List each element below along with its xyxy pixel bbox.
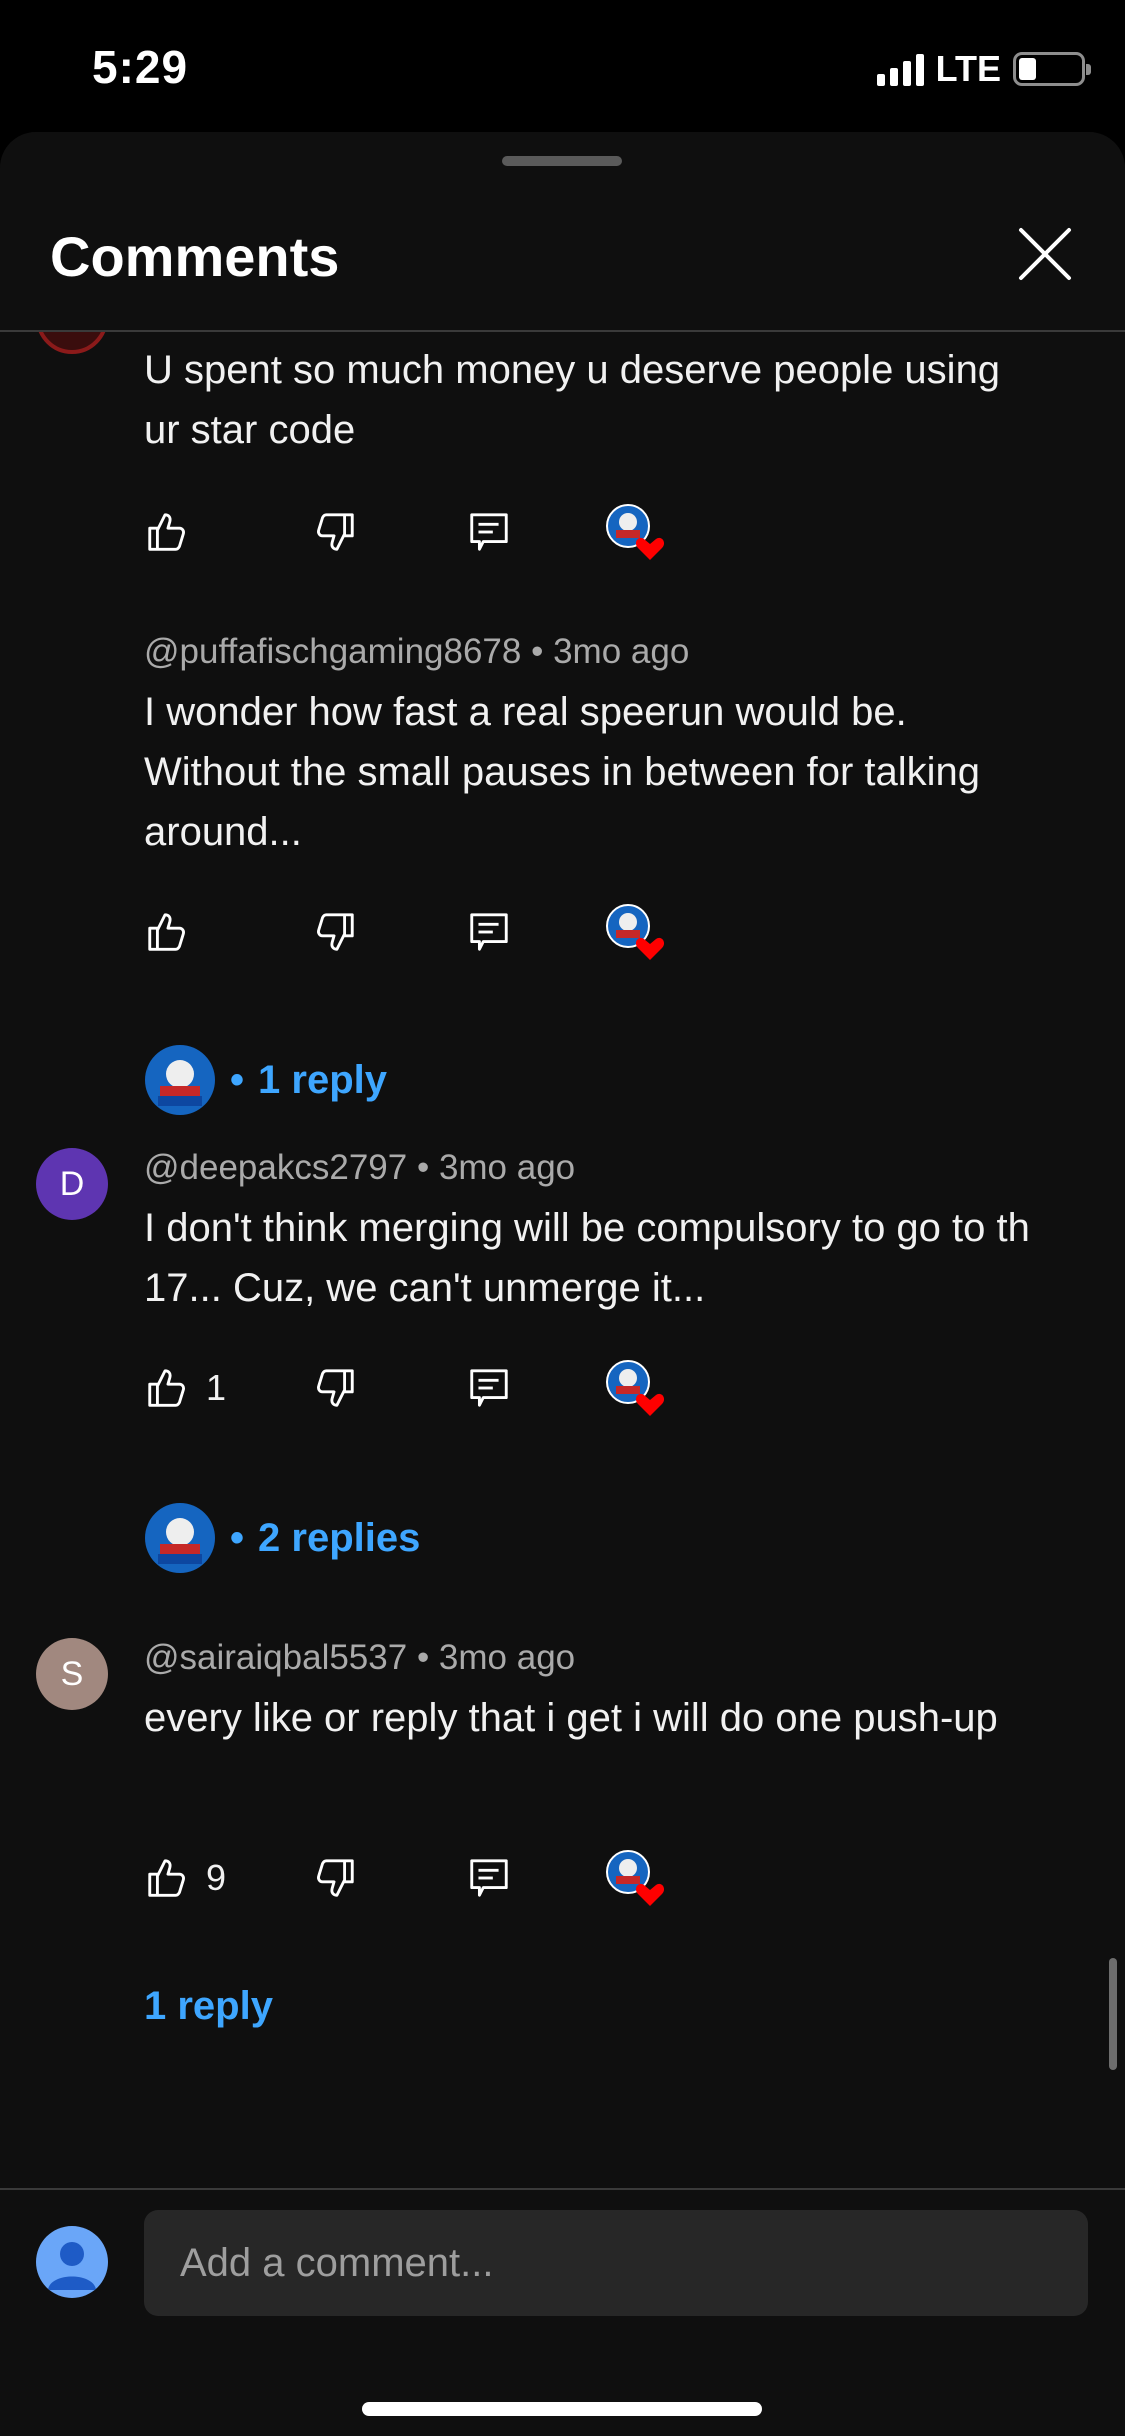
reply-button[interactable] [466,1358,512,1418]
person-icon [48,2242,96,2290]
comment-text: I don't think merging will be compulsory… [144,1206,1030,1310]
comment-actions [144,502,704,562]
creator-heart-badge [604,502,666,564]
comment-age: 3mo ago [438,1148,576,1187]
drag-handle[interactable] [502,156,622,166]
user-avatar[interactable] [36,2226,108,2298]
status-indicators: LTE [876,48,1091,90]
comment-actions [144,902,704,962]
thumbs-down-icon [317,1369,354,1407]
commenter-avatar[interactable]: S [36,1638,108,1710]
comments-sheet: Comments U spent so much money u deserve… [0,132,1125,2436]
sheet-header: Comments [0,132,1125,332]
comment-meta: @deepakcs2797 • 3mo ago [144,1148,575,1188]
like-count: 9 [206,1857,227,1898]
thumbs-up-icon [148,513,185,551]
dislike-button[interactable] [312,1358,358,1418]
like-button[interactable] [144,902,206,962]
view-replies-button[interactable]: 1 reply [144,1984,273,2029]
reply-button[interactable] [466,1848,512,1908]
status-bar: 5:29 LTE [0,0,1125,132]
reply-comment-icon [470,513,508,551]
meta-separator: • [531,632,554,671]
home-indicator [362,2402,762,2416]
comment-age: 3mo ago [438,1638,576,1677]
thumbs-down-icon [317,1859,354,1897]
comment-actions: 1 [144,1358,704,1418]
dislike-button[interactable] [312,1848,358,1908]
thumbs-down-icon [317,513,354,551]
comment-text: U spent so much money u deserve people u… [144,348,1001,452]
dislike-button[interactable] [312,902,358,962]
reply-button[interactable] [466,902,512,962]
creator-heart-badge [604,1848,666,1910]
status-time: 5:29 [92,41,189,93]
replies-count: 1 reply [144,1984,273,2028]
comment-input-bar [0,2188,1125,2436]
reply-separator: • [230,1515,245,1560]
comment-author[interactable]: @puffafischgaming8678 [144,632,521,671]
comments-list[interactable]: U spent so much money u deserve people u… [0,332,1125,2320]
close-icon [1019,228,1071,280]
view-replies-button[interactable]: • 1 reply [144,1044,387,1116]
like-button[interactable]: 1 [144,1358,226,1418]
avatar-letter: D [59,1164,85,1203]
sheet-title: Comments [50,225,340,288]
creator-avatar [144,1044,216,1116]
thumbs-up-icon [148,913,185,951]
commenter-avatar[interactable] [36,332,108,354]
creator-heart-badge [604,902,666,964]
thumbs-up-icon [148,1859,185,1897]
creator-heart-badge [604,1358,666,1420]
comment-meta: @puffafischgaming8678 • 3mo ago [144,632,689,672]
replies-count: 1 reply [258,1057,387,1102]
thumbs-up-icon [148,1369,185,1407]
reply-comment-icon [470,1859,508,1897]
replies-count: 2 replies [258,1515,421,1560]
signal-icon [876,52,924,86]
reply-separator: • [230,1057,245,1102]
like-count: 1 [206,1367,227,1408]
thumbs-down-icon [317,913,354,951]
reply-comment-icon [470,913,508,951]
meta-separator: • [416,1148,439,1187]
scrollbar[interactable] [1109,1958,1117,2070]
comment-actions: 9 [144,1848,704,1908]
reply-button[interactable] [466,502,512,562]
dislike-button[interactable] [312,502,358,562]
comment-author[interactable]: @sairaiqbal5537 [144,1638,407,1677]
add-comment-input[interactable] [144,2210,1088,2316]
close-button[interactable] [1015,224,1075,284]
avatar-letter: S [60,1654,84,1693]
comment-author[interactable]: @deepakcs2797 [144,1148,407,1187]
comment-text: I wonder how fast a real speerun would b… [144,690,980,854]
comment-age: 3mo ago [553,632,690,671]
creator-avatar [144,1502,216,1574]
reply-comment-icon [470,1369,508,1407]
comment-text: every like or reply that i get i will do… [144,1696,998,1740]
meta-separator: • [416,1638,439,1677]
commenter-avatar[interactable]: D [36,1148,108,1220]
network-label: LTE [935,48,1001,89]
comment-meta: @sairaiqbal5537 • 3mo ago [144,1638,575,1678]
like-button[interactable]: 9 [144,1848,226,1908]
battery-icon [1013,52,1091,86]
like-button[interactable] [144,502,206,562]
view-replies-button[interactable]: • 2 replies [144,1502,420,1574]
